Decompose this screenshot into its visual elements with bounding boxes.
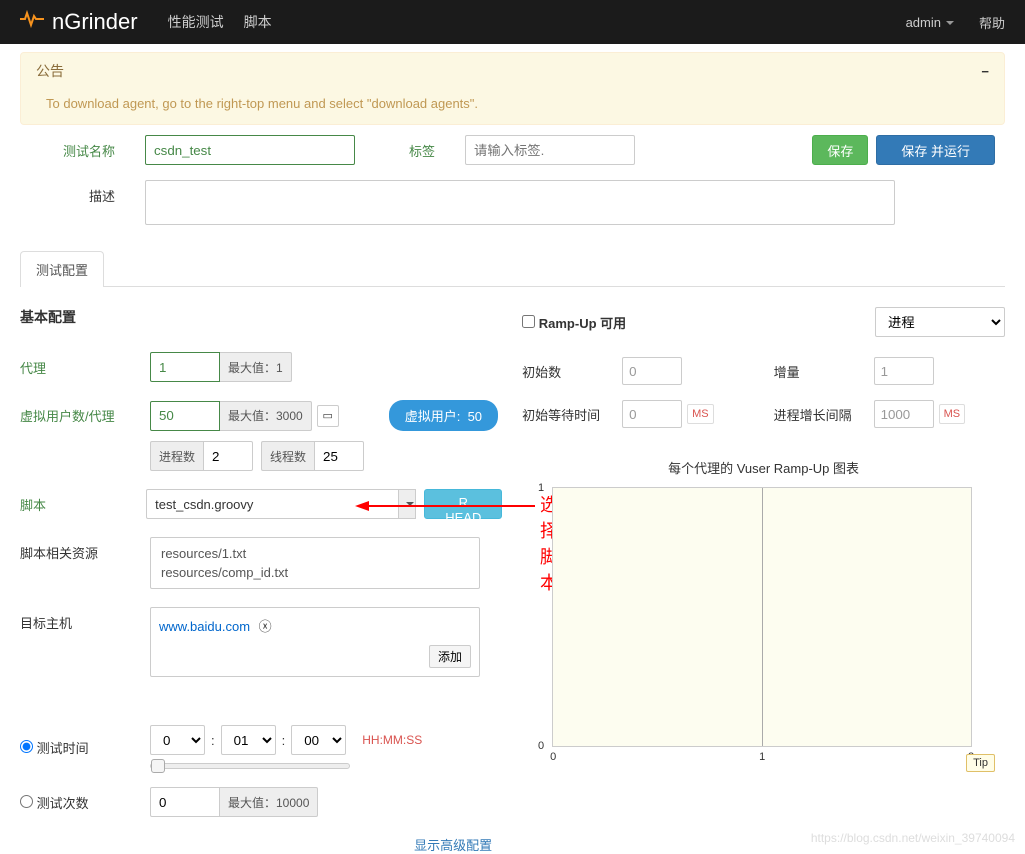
rampup-init-label: 初始数 xyxy=(522,362,622,381)
process-label: 进程数 xyxy=(150,441,203,471)
caret-icon xyxy=(946,21,954,25)
logo[interactable]: nGrinder xyxy=(20,9,138,35)
thread-input[interactable] xyxy=(314,441,364,471)
alert-body: To download agent, go to the right-top m… xyxy=(36,86,989,116)
top-form: 测试名称 标签 保存 保存 并运行 xyxy=(0,135,1025,165)
duration-slider[interactable] xyxy=(150,763,350,769)
agent-input[interactable] xyxy=(150,352,220,382)
expand-icon[interactable]: ▭ xyxy=(317,405,339,427)
vuser-max: 最大值：3000 xyxy=(220,401,312,431)
tab-config[interactable]: 测试配置 xyxy=(20,251,104,287)
nav-perf-test[interactable]: 性能测试 xyxy=(168,12,224,32)
y-tick: 1 xyxy=(538,482,552,494)
thread-label: 线程数 xyxy=(261,441,314,471)
duration-hint: HH:MM:SS xyxy=(362,733,422,747)
alert-title: 公告 xyxy=(36,61,64,81)
rampup-incr-label: 增量 xyxy=(774,362,874,381)
watermark: https://blog.csdn.net/weixin_39740094 xyxy=(811,831,1015,845)
alert-collapse-icon[interactable]: − xyxy=(981,64,989,79)
duration-hour[interactable]: 0 xyxy=(150,725,205,755)
test-name-label: 测试名称 xyxy=(30,135,130,160)
brand-text: nGrinder xyxy=(52,9,138,35)
count-label: 测试次数 xyxy=(20,793,150,812)
x-tick: 1 xyxy=(759,746,765,763)
rampup-interval-label: 进程增长间隔 xyxy=(774,405,874,424)
duration-min[interactable]: 01 xyxy=(221,725,276,755)
rampup-chart: 每个代理的 Vuser Ramp-Up 图表 1 0 0 1 2 Tip xyxy=(522,458,1005,767)
save-button[interactable]: 保存 xyxy=(812,135,868,165)
save-run-button[interactable]: 保存 并运行 xyxy=(876,135,995,165)
config-area: 基本配置 代理 最大值：1 虚拟用户数/代理 最大值：3000 ▭ 虚拟用户: … xyxy=(0,287,1025,854)
host-add-button[interactable]: 添加 xyxy=(429,645,471,668)
navbar: nGrinder 性能测试 脚本 admin 帮助 xyxy=(0,0,1025,44)
rampup-checkbox-label[interactable]: Ramp-Up 可用 xyxy=(522,313,875,332)
script-rev-button[interactable]: R HEAD xyxy=(424,489,502,519)
host-label: 目标主机 xyxy=(20,607,150,632)
basic-config: 基本配置 代理 最大值：1 虚拟用户数/代理 最大值：3000 ▭ 虚拟用户: … xyxy=(20,307,502,854)
rampup-type-select[interactable]: 进程 xyxy=(875,307,1005,337)
agent-max: 最大值：1 xyxy=(220,352,292,382)
agent-label: 代理 xyxy=(20,358,150,377)
count-input[interactable] xyxy=(150,787,220,817)
script-select[interactable]: test_csdn.groovy xyxy=(146,489,399,519)
advanced-link[interactable]: 显示高级配置 xyxy=(20,835,502,854)
host-link[interactable]: www.baidu.com xyxy=(159,619,250,634)
vuser-label: 虚拟用户数/代理 xyxy=(20,400,150,425)
rampup-wait-input[interactable] xyxy=(622,400,682,428)
duration-sec[interactable]: 00 xyxy=(291,725,346,755)
resource-item: resources/comp_id.txt xyxy=(161,563,469,582)
nav-user-label: admin xyxy=(906,15,941,30)
rampup-checkbox[interactable] xyxy=(522,315,535,328)
resources-list[interactable]: resources/1.txt resources/comp_id.txt xyxy=(151,538,479,588)
process-input[interactable] xyxy=(203,441,253,471)
vuser-input[interactable] xyxy=(150,401,220,431)
chart-canvas: 0 1 2 xyxy=(552,487,972,747)
chart-tip[interactable]: Tip xyxy=(966,754,995,772)
resources-label: 脚本相关资源 xyxy=(20,537,150,562)
script-dropdown-icon[interactable] xyxy=(399,489,417,519)
nav-script[interactable]: 脚本 xyxy=(244,12,272,32)
desc-label: 描述 xyxy=(30,180,130,205)
tag-input[interactable] xyxy=(465,135,635,165)
announcement-alert: 公告 − To download agent, go to the right-… xyxy=(20,52,1005,125)
resources-box: resources/1.txt resources/comp_id.txt xyxy=(150,537,480,589)
rampup-wait-label: 初始等待时间 xyxy=(522,405,622,424)
host-box: www.baidu.com ⓧ 添加 xyxy=(150,607,480,677)
rampup-interval-input[interactable] xyxy=(874,400,934,428)
desc-input[interactable] xyxy=(145,180,895,225)
logo-icon xyxy=(20,10,44,34)
tabs: 测试配置 xyxy=(20,250,1005,287)
x-tick: 0 xyxy=(550,746,556,763)
basic-title: 基本配置 xyxy=(20,307,502,327)
duration-label: 测试时间 xyxy=(20,738,150,757)
rampup-init-input[interactable] xyxy=(622,357,682,385)
duration-radio[interactable] xyxy=(20,740,33,753)
vuser-badge[interactable]: 虚拟用户: 50 xyxy=(389,400,498,431)
ms-badge: MS xyxy=(939,404,966,424)
nav-user-menu[interactable]: admin xyxy=(906,15,954,30)
ms-badge: MS xyxy=(687,404,714,424)
count-max: 最大值：10000 xyxy=(220,787,318,817)
tag-label: 标签 xyxy=(370,135,450,160)
resource-item: resources/1.txt xyxy=(161,544,469,563)
rampup-incr-input[interactable] xyxy=(874,357,934,385)
count-radio[interactable] xyxy=(20,795,33,808)
host-remove-icon[interactable]: ⓧ xyxy=(259,616,272,635)
nav-help[interactable]: 帮助 xyxy=(979,13,1005,32)
chart-title: 每个代理的 Vuser Ramp-Up 图表 xyxy=(522,458,1005,477)
rampup-config: Ramp-Up 可用 进程 初始数 增量 初始等待时间 MS 进程增长间隔 MS xyxy=(522,307,1005,854)
script-label: 脚本 xyxy=(20,495,146,514)
test-name-input[interactable] xyxy=(145,135,355,165)
